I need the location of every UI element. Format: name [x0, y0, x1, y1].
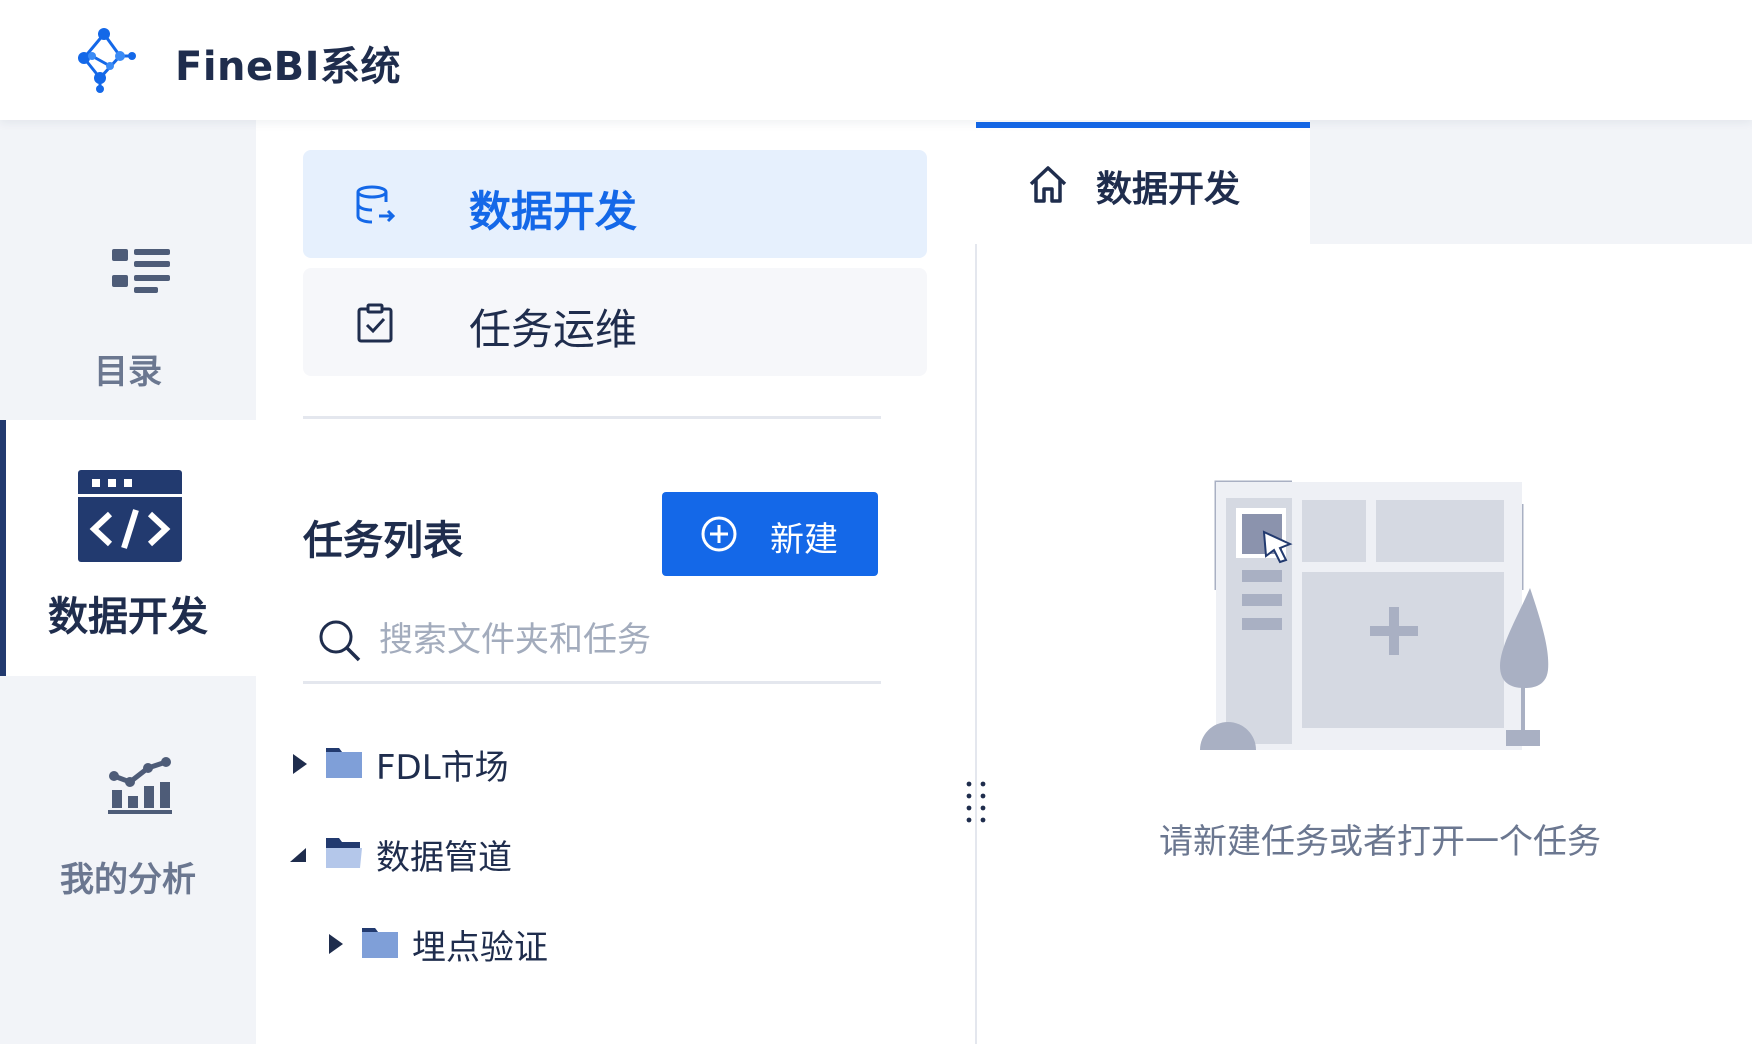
nav-task-ops-label: 任务运维	[469, 305, 638, 354]
tree-item-label: 数据管道	[376, 838, 512, 878]
code-window-icon	[78, 470, 182, 562]
folder-icon	[326, 748, 362, 778]
panel-splitter	[975, 244, 977, 1044]
list-icon	[112, 249, 170, 293]
new-task-button-label: 新建	[770, 520, 838, 560]
tree-item-tracking-verify[interactable]: 埋点验证	[322, 914, 842, 974]
caret-right-icon[interactable]	[290, 752, 310, 776]
nav-task-ops[interactable]: 任务运维	[303, 268, 927, 376]
tree-item-label: FDL市场	[376, 748, 509, 788]
caret-down-icon[interactable]	[288, 842, 308, 866]
folder-icon	[362, 928, 398, 958]
tab-data-dev-label: 数据开发	[1096, 169, 1241, 210]
tree-item-data-pipeline[interactable]: 数据管道	[286, 824, 846, 884]
rail-item-catalog[interactable]: 目录	[0, 160, 256, 392]
molecule-logo-icon[interactable]	[70, 26, 138, 94]
rail-item-my-analysis[interactable]: 我的分析	[0, 690, 256, 930]
new-task-button[interactable]: 新建	[662, 492, 878, 576]
task-panel: 数据开发 任务运维 任务列表 新建 搜索文件夹和任务 FDL市场 数据管道 埋点…	[256, 120, 976, 1044]
task-list-title: 任务列表	[303, 518, 463, 564]
app-title: FineBI系统	[175, 44, 402, 90]
search-icon	[319, 620, 361, 662]
clipboard-check-icon	[357, 303, 393, 343]
caret-right-icon[interactable]	[326, 932, 346, 956]
app-header: FineBI系统	[0, 0, 1752, 120]
nav-data-dev[interactable]: 数据开发	[303, 150, 927, 258]
left-rail: 目录 数据开发 我的分析	[0, 120, 256, 1044]
panel-divider	[303, 416, 881, 419]
plus-circle-icon	[701, 516, 737, 552]
analysis-chart-icon	[108, 757, 172, 814]
empty-workspace-illustration	[1200, 480, 1549, 750]
rail-item-data-dev[interactable]: 数据开发	[0, 420, 256, 676]
search-box	[303, 600, 881, 684]
rail-label-my-analysis: 我的分析	[60, 860, 196, 900]
home-icon	[1029, 166, 1067, 203]
empty-state-message: 请新建任务或者打开一个任务	[1159, 822, 1601, 862]
folder-open-icon	[326, 838, 362, 868]
drag-handle-icon[interactable]	[961, 780, 991, 824]
database-export-icon	[356, 185, 396, 224]
nav-data-dev-label: 数据开发	[469, 187, 638, 236]
search-input[interactable]	[379, 610, 859, 670]
tab-data-dev[interactable]: 数据开发	[976, 120, 1310, 244]
tree-item-fdl-market[interactable]: FDL市场	[286, 734, 846, 794]
rail-label-data-dev: 数据开发	[48, 594, 208, 640]
tree-item-label: 埋点验证	[412, 928, 548, 968]
tab-bar: 数据开发	[976, 120, 1752, 244]
rail-label-catalog: 目录	[94, 352, 162, 392]
